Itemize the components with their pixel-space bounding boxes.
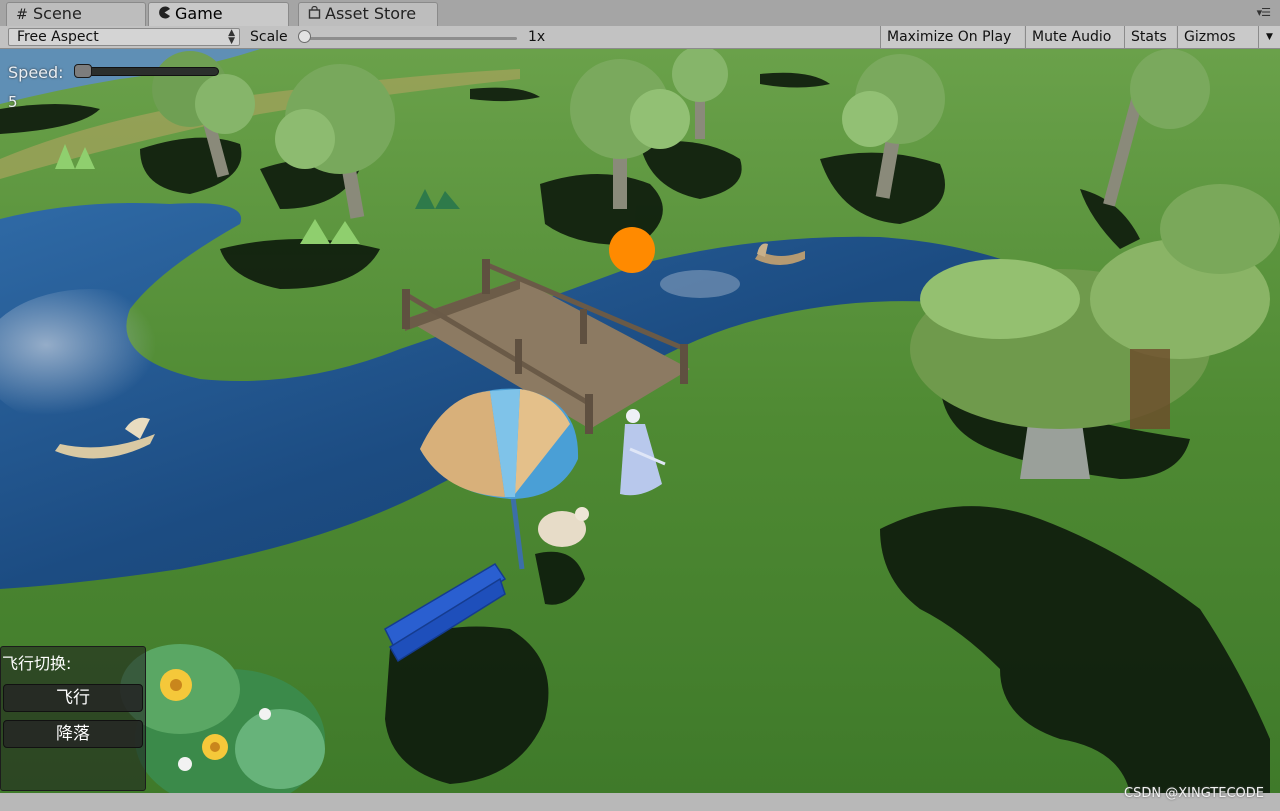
scale-value: 1x	[528, 29, 546, 45]
tab-game-label: Game	[175, 4, 223, 23]
maximize-on-play-button[interactable]: Maximize On Play	[880, 26, 1024, 48]
tab-game[interactable]: Game	[148, 2, 289, 26]
stats-button[interactable]: Stats	[1124, 26, 1176, 48]
mute-audio-button[interactable]: Mute Audio	[1025, 26, 1124, 48]
gizmos-dropdown-arrow-icon[interactable]: ▼	[1258, 26, 1280, 48]
grid-hash-icon: #	[16, 7, 28, 23]
tab-scene-label: Scene	[33, 4, 82, 23]
tab-asset-store[interactable]: Asset Store	[298, 2, 438, 26]
editor-tab-strip: # Scene Game Asset Store ▾☰	[0, 0, 1280, 26]
scale-slider-thumb[interactable]	[298, 30, 311, 43]
scale-slider-track[interactable]	[303, 37, 517, 40]
speed-label: Speed:	[8, 63, 64, 82]
editor-footer-strip	[0, 793, 1280, 811]
flight-toggle-title: 飞行切换:	[2, 654, 72, 673]
orange-target-sphere	[609, 227, 655, 273]
speed-slider-thumb[interactable]	[74, 64, 92, 78]
game-viewport[interactable]	[0, 49, 1280, 793]
speed-value: 5	[8, 93, 18, 111]
tab-scene[interactable]: # Scene	[6, 2, 146, 26]
watermark-text: CSDN @XINGTECODE	[1124, 786, 1264, 801]
pacman-icon	[157, 4, 171, 26]
aspect-dropdown-label: Free Aspect	[17, 29, 99, 45]
land-button[interactable]: 降落	[3, 720, 143, 748]
gizmos-button[interactable]: Gizmos	[1177, 26, 1259, 48]
updown-arrows-icon: ▲ ▼	[228, 28, 235, 46]
panel-menu-icon[interactable]: ▾☰	[1257, 6, 1271, 19]
speed-slider-track[interactable]	[75, 67, 219, 76]
fly-button[interactable]: 飞行	[3, 684, 143, 712]
game-scene-render	[0, 49, 1280, 793]
aspect-dropdown[interactable]: Free Aspect ▲ ▼	[8, 28, 240, 46]
shopping-bag-icon	[307, 4, 321, 26]
tab-asset-store-label: Asset Store	[325, 4, 417, 23]
game-view-toolbar: Free Aspect ▲ ▼ Scale 1x Maximize On Play…	[0, 26, 1280, 49]
scale-label: Scale	[250, 29, 288, 45]
